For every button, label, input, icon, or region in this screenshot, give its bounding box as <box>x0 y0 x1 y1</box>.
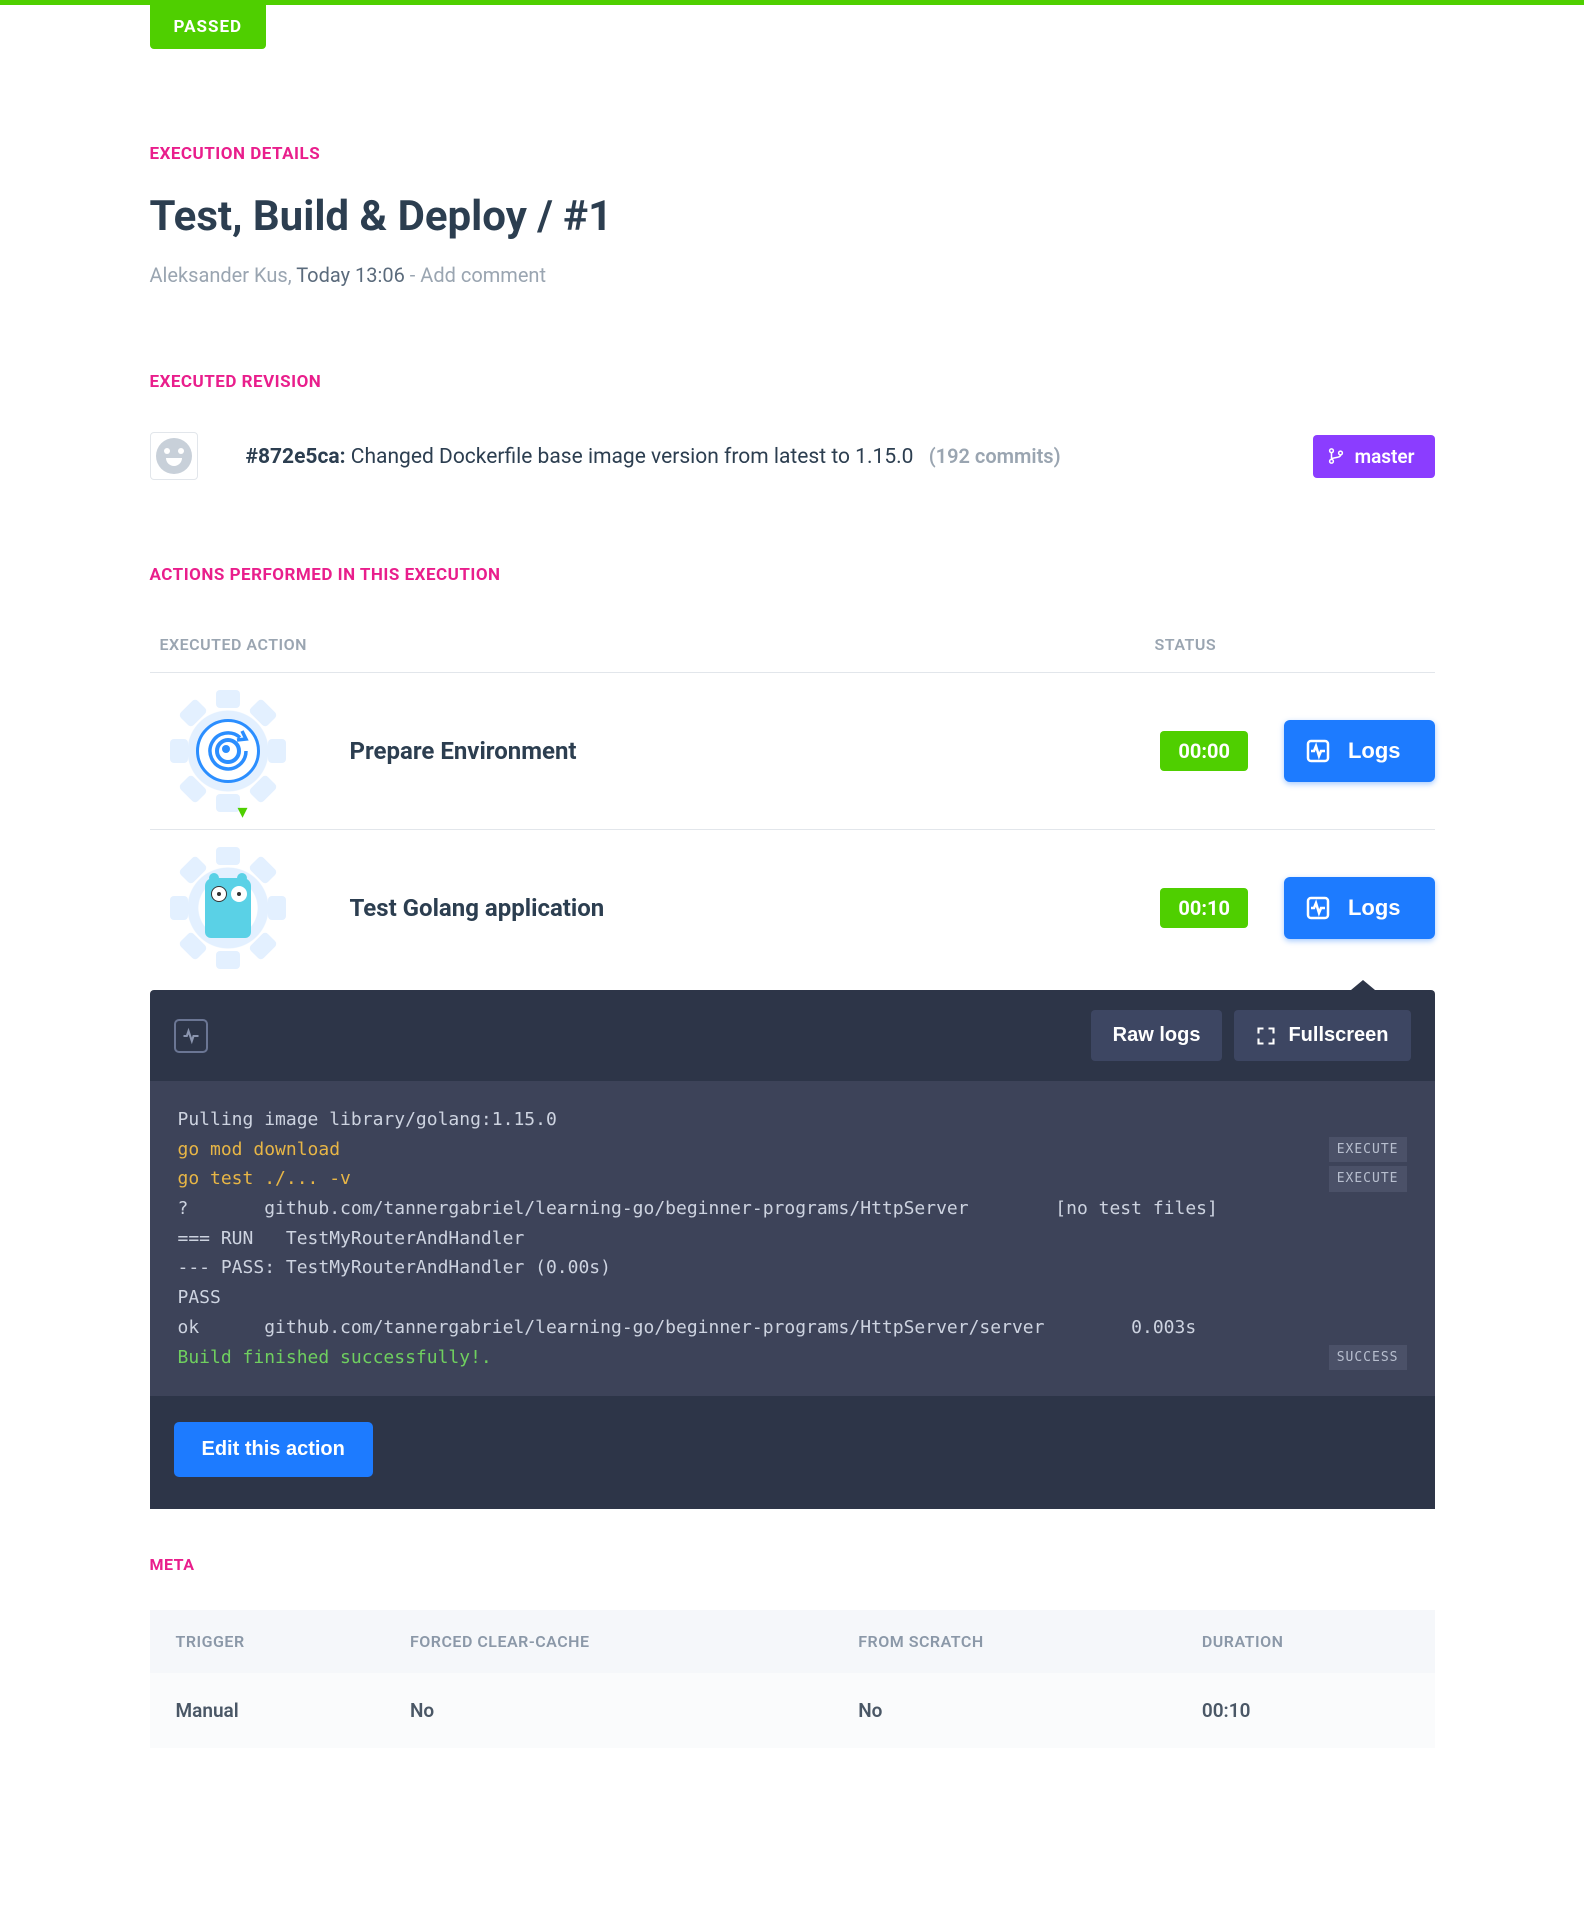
log-line: go mod downloadEXECUTE <box>178 1135 1407 1165</box>
action-icon-prepare: ▾ <box>168 691 288 811</box>
log-line: go test ./... -vEXECUTE <box>178 1164 1407 1194</box>
log-tag: SUCCESS <box>1329 1345 1407 1370</box>
section-executed-revision: EXECUTED REVISION <box>150 372 1435 392</box>
meta-clear-cache: No <box>384 1673 832 1748</box>
actions-table: EXECUTED ACTION STATUS <box>150 617 1435 1509</box>
timestamp: Today 13:06 <box>296 263 405 287</box>
section-actions: ACTIONS PERFORMED IN THIS EXECUTION <box>150 565 1435 585</box>
log-tag: EXECUTE <box>1329 1137 1407 1162</box>
meta-row: Manual No No 00:10 <box>150 1673 1435 1748</box>
meta-header-clear-cache: FORCED CLEAR-CACHE <box>384 1610 832 1673</box>
header-executed-action: EXECUTED ACTION <box>160 635 1155 654</box>
log-line: PASS <box>178 1283 1407 1313</box>
log-line: --- PASS: TestMyRouterAndHandler (0.00s) <box>178 1253 1407 1283</box>
duration-badge: 00:00 <box>1160 731 1248 771</box>
section-meta: META <box>150 1555 1435 1574</box>
log-line: ok github.com/tannergabriel/learning-go/… <box>178 1313 1407 1343</box>
page-title: Test, Build & Deploy / #1 <box>150 192 1435 241</box>
fullscreen-button[interactable]: Fullscreen <box>1234 1010 1410 1061</box>
commit-text: #872e5ca: Changed Dockerfile base image … <box>246 444 1313 469</box>
meta-trigger: Manual <box>150 1673 384 1748</box>
gopher-icon <box>205 878 251 938</box>
log-tag: EXECUTE <box>1329 1166 1407 1191</box>
log-line: Pulling image library/golang:1.15.0 <box>178 1105 1407 1135</box>
sync-gear-icon <box>196 719 260 783</box>
avatar <box>150 432 198 480</box>
console-header: Raw logs Fullscreen <box>150 990 1435 1081</box>
edit-action-button[interactable]: Edit this action <box>174 1422 373 1477</box>
action-row-prepare: ▾ Prepare Environment 00:00 Logs <box>150 673 1435 830</box>
meta-header-duration: DURATION <box>1176 1610 1435 1673</box>
action-name: Test Golang application <box>350 894 1161 922</box>
pulse-icon <box>1306 739 1330 763</box>
console-body: Pulling image library/golang:1.15.0go mo… <box>150 1081 1435 1396</box>
console-panel: Raw logs Fullscreen Pulling image librar… <box>150 990 1435 1509</box>
chevron-down-icon: ▾ <box>238 799 248 823</box>
meta-header-trigger: TRIGGER <box>150 1610 384 1673</box>
logs-button[interactable]: Logs <box>1284 720 1435 782</box>
log-line: ? github.com/tannergabriel/learning-go/b… <box>178 1194 1407 1224</box>
fullscreen-icon <box>1256 1026 1276 1046</box>
log-line: === RUN TestMyRouterAndHandler <box>178 1224 1407 1254</box>
action-name: Prepare Environment <box>350 737 1161 765</box>
pulse-icon <box>1306 896 1330 920</box>
meta-from-scratch: No <box>832 1673 1176 1748</box>
logs-label: Logs <box>1348 738 1401 764</box>
section-execution-details: EXECUTION DETAILS <box>150 144 1435 164</box>
raw-logs-button[interactable]: Raw logs <box>1091 1010 1223 1061</box>
meta-duration: 00:10 <box>1176 1673 1435 1748</box>
author: Aleksander Kus <box>150 263 288 287</box>
commit-count[interactable]: (192 commits) <box>929 444 1061 468</box>
meta-header-from-scratch: FROM SCRATCH <box>832 1610 1176 1673</box>
status-badge: PASSED <box>150 5 267 49</box>
add-comment-link[interactable]: Add comment <box>420 263 546 287</box>
branch-name: master <box>1355 445 1415 468</box>
logs-button[interactable]: Logs <box>1284 877 1435 939</box>
logs-label: Logs <box>1348 895 1401 921</box>
revision-row: #872e5ca: Changed Dockerfile base image … <box>150 432 1435 480</box>
fullscreen-label: Fullscreen <box>1288 1024 1388 1047</box>
actions-header: EXECUTED ACTION STATUS <box>150 617 1435 673</box>
branch-badge[interactable]: master <box>1313 435 1435 478</box>
subline: Aleksander Kus, Today 13:06 - Add commen… <box>150 263 1435 287</box>
log-line: Build finished successfully!.SUCCESS <box>178 1343 1407 1373</box>
branch-icon <box>1327 447 1345 465</box>
duration-badge: 00:10 <box>1160 888 1248 928</box>
action-row-test: Test Golang application 00:10 Logs <box>150 830 1435 990</box>
commit-message: Changed Dockerfile base image version fr… <box>351 445 914 469</box>
console-footer: Edit this action <box>150 1396 1435 1509</box>
action-icon-test <box>168 848 288 968</box>
meta-table: TRIGGER FORCED CLEAR-CACHE FROM SCRATCH … <box>150 1610 1435 1748</box>
pulse-icon <box>174 1019 208 1053</box>
header-status: STATUS <box>1155 635 1435 654</box>
commit-hash[interactable]: #872e5ca: <box>246 445 346 469</box>
